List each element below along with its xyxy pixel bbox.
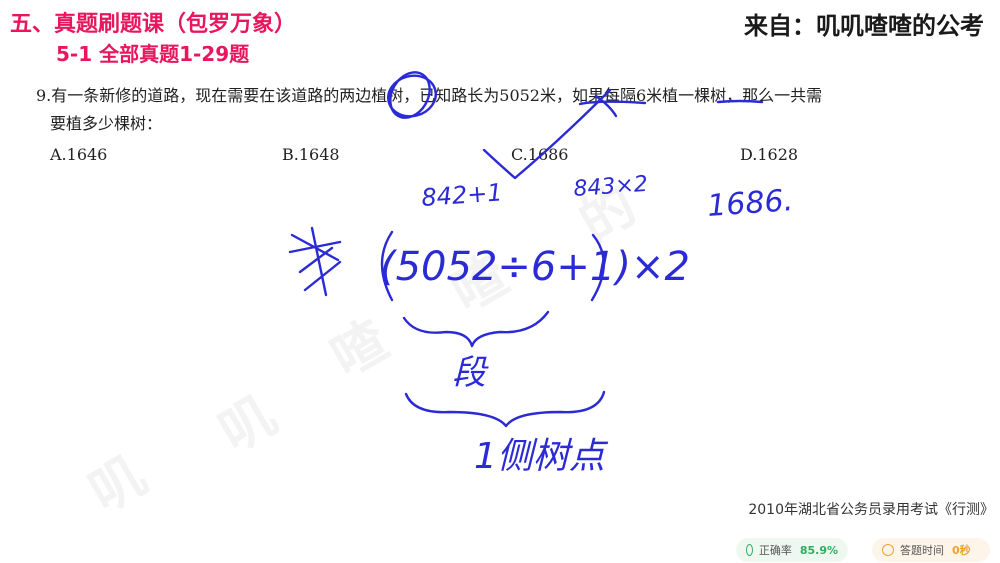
handwriting-answer: 1686. [706, 183, 794, 224]
answer-time-badge: 答题时间 0秒 [872, 538, 990, 562]
clock-icon [882, 544, 894, 556]
accuracy-badge: 正确率 85.9% [736, 538, 848, 562]
brace-mark [404, 390, 606, 428]
time-label: 答题时间 [900, 544, 944, 557]
check-circle-icon [746, 544, 753, 556]
exam-source: 2010年湖北省公务员录用考试《行测》 [748, 502, 994, 518]
scribble-mark [288, 226, 342, 297]
handwriting-calc1: 842+1 [420, 178, 503, 212]
handwriting-calc2: 843×2 [573, 172, 649, 202]
accuracy-label: 正确率 [758, 544, 792, 557]
brace-mark [402, 310, 550, 348]
handwriting-layer: 842+1 843×2 1686. (5052÷6+1)×2 段 1侧树点 [288, 71, 794, 477]
time-value: 0秒 [952, 544, 971, 557]
underline-mark [578, 100, 647, 106]
accuracy-value: 85.9% [799, 543, 838, 557]
check-mark [594, 94, 618, 118]
handwriting-formula: (5052÷6+1)×2 [380, 244, 690, 290]
circle-mark [387, 74, 437, 118]
circle-mark [389, 71, 431, 119]
underline-mark [716, 99, 764, 104]
handwriting-segment: 段 [452, 353, 489, 393]
handwriting-side-trees: 1侧树点 [474, 436, 609, 477]
